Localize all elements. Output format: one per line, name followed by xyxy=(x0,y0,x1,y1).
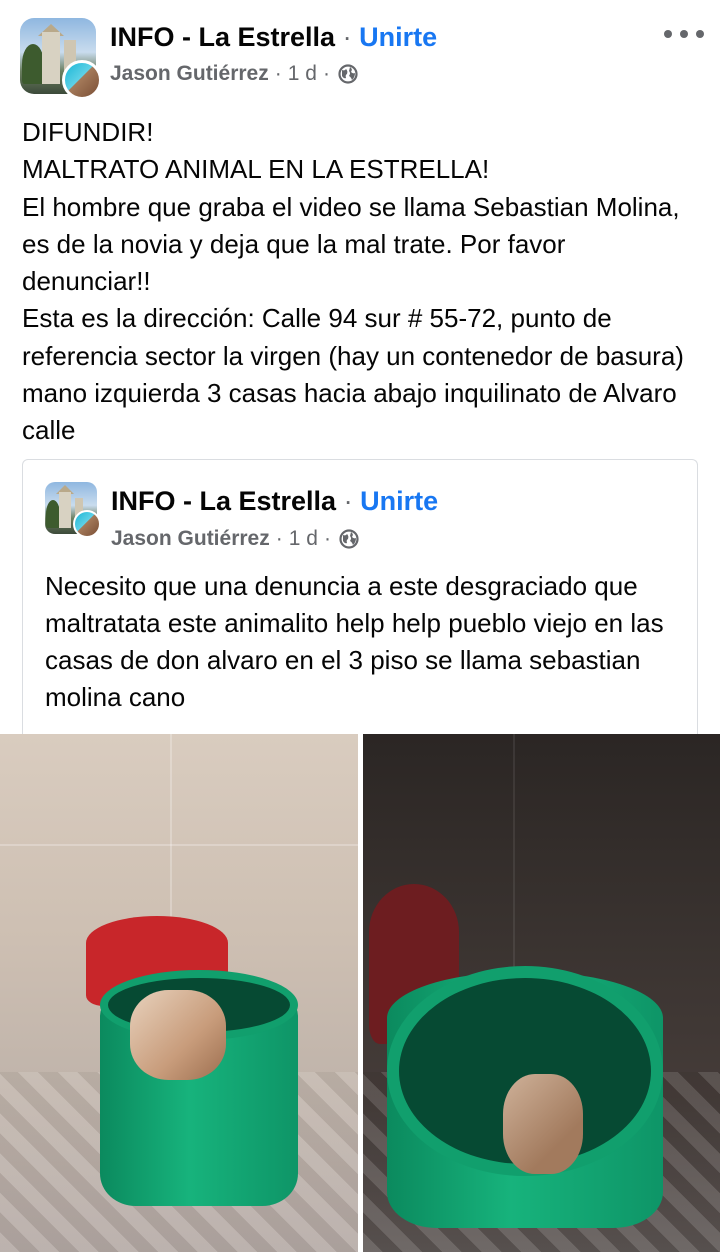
shared-author-avatar[interactable] xyxy=(73,510,101,538)
photo-grid xyxy=(0,734,720,1252)
shared-author-name-link[interactable]: Jason Gutiérrez xyxy=(111,527,270,551)
post-timestamp[interactable]: 1 d xyxy=(288,62,317,86)
shared-join-group-link[interactable]: Unirte xyxy=(360,486,438,516)
group-name-link[interactable]: INFO - La Estrella xyxy=(110,22,335,52)
post-meta: Jason Gutiérrez · 1 d · xyxy=(110,62,358,86)
group-title-line: INFO - La Estrella · Unirte xyxy=(110,22,437,53)
author-name-link[interactable]: Jason Gutiérrez xyxy=(110,62,269,86)
shared-group-name-link[interactable]: INFO - La Estrella xyxy=(111,486,336,516)
group-avatar[interactable] xyxy=(20,18,102,100)
meta-separator: · xyxy=(274,62,282,85)
globe-icon xyxy=(338,64,358,84)
post-text: DIFUNDIR! MALTRATO ANIMAL EN LA ESTRELLA… xyxy=(22,117,684,446)
post-photo-2[interactable] xyxy=(363,734,720,1252)
shared-post-card[interactable]: INFO - La Estrella · Unirte Jason Gutiér… xyxy=(22,459,698,759)
title-separator: · xyxy=(342,22,352,52)
shared-group-avatar[interactable] xyxy=(45,482,101,538)
globe-icon xyxy=(339,529,359,549)
shared-post-timestamp[interactable]: 1 d xyxy=(289,527,318,551)
join-group-link[interactable]: Unirte xyxy=(359,22,437,52)
author-avatar[interactable] xyxy=(62,60,102,100)
shared-meta-separator: · xyxy=(275,527,283,550)
shared-group-title-line: INFO - La Estrella · Unirte xyxy=(111,486,438,517)
more-options-icon[interactable] xyxy=(664,22,704,46)
shared-post-meta: Jason Gutiérrez · 1 d · xyxy=(111,527,359,551)
shared-meta-separator: · xyxy=(323,527,331,550)
post-header: INFO - La Estrella · Unirte Jason Gutiér… xyxy=(0,0,720,108)
meta-separator: · xyxy=(322,62,330,85)
shared-title-separator: · xyxy=(343,486,353,516)
post-photo-1[interactable] xyxy=(0,734,358,1252)
shared-post-text: Necesito que una denuncia a este desgrac… xyxy=(45,571,671,712)
